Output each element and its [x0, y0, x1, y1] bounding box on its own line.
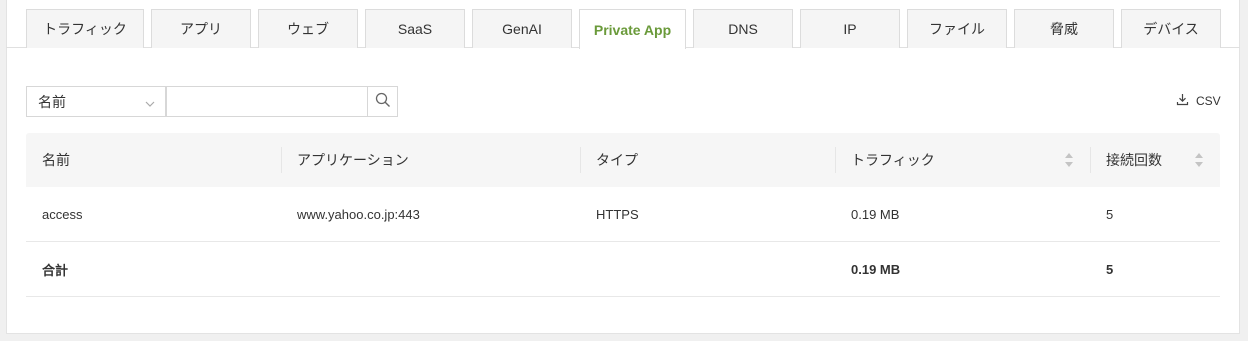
filter-field-select[interactable]: 名前 [26, 86, 166, 117]
sort-icon[interactable] [1064, 152, 1074, 171]
cell-name: access [42, 206, 83, 222]
total-traffic: 0.19 MB [851, 261, 901, 277]
tab-traffic[interactable]: トラフィック [26, 9, 144, 48]
search-icon [375, 92, 391, 111]
cell-connections: 5 [1106, 206, 1114, 222]
tab-genai[interactable]: GenAI [472, 9, 572, 48]
total-application [281, 242, 580, 296]
tab-files[interactable]: ファイル [907, 9, 1007, 48]
csv-label: CSV [1196, 94, 1221, 108]
header-application[interactable]: アプリケーション [281, 133, 580, 187]
total-label: 合計 [42, 262, 69, 278]
tab-saas[interactable]: SaaS [365, 9, 465, 48]
tab-private-app[interactable]: Private App [579, 9, 686, 49]
table-header: 名前 アプリケーション タイプ トラフィック 接続回数 [26, 133, 1220, 187]
table-total-row: 合計 0.19 MB 5 [26, 242, 1220, 297]
sort-icon[interactable] [1194, 152, 1204, 171]
tab-threats[interactable]: 脅威 [1014, 9, 1114, 48]
header-name[interactable]: 名前 [26, 133, 281, 187]
header-type[interactable]: タイプ [580, 133, 835, 187]
total-type [580, 242, 835, 296]
table-row[interactable]: access www.yahoo.co.jp:443 HTTPS 0.19 MB… [26, 187, 1220, 242]
chevron-down-icon [145, 96, 155, 112]
search-button[interactable] [367, 86, 398, 117]
tab-ip[interactable]: IP [800, 9, 900, 48]
tab-devices[interactable]: デバイス [1121, 9, 1221, 48]
private-app-table: 名前 アプリケーション タイプ トラフィック 接続回数 access www.y… [26, 133, 1220, 297]
filter-field-value: 名前 [38, 93, 66, 110]
total-connections: 5 [1106, 261, 1114, 277]
csv-export-button[interactable]: CSV [1176, 93, 1221, 109]
header-traffic-label: トラフィック [851, 152, 935, 168]
tab-dns[interactable]: DNS [693, 9, 793, 48]
header-traffic[interactable]: トラフィック [835, 133, 1090, 187]
search-input[interactable] [166, 86, 368, 117]
tab-apps[interactable]: アプリ [151, 9, 251, 48]
cell-type: HTTPS [596, 206, 639, 222]
cell-traffic: 0.19 MB [851, 206, 900, 222]
header-connections[interactable]: 接続回数 [1090, 133, 1220, 187]
tab-web[interactable]: ウェブ [258, 9, 358, 48]
cell-application: www.yahoo.co.jp:443 [297, 206, 420, 222]
download-icon [1176, 93, 1189, 109]
header-connections-label: 接続回数 [1106, 152, 1162, 168]
